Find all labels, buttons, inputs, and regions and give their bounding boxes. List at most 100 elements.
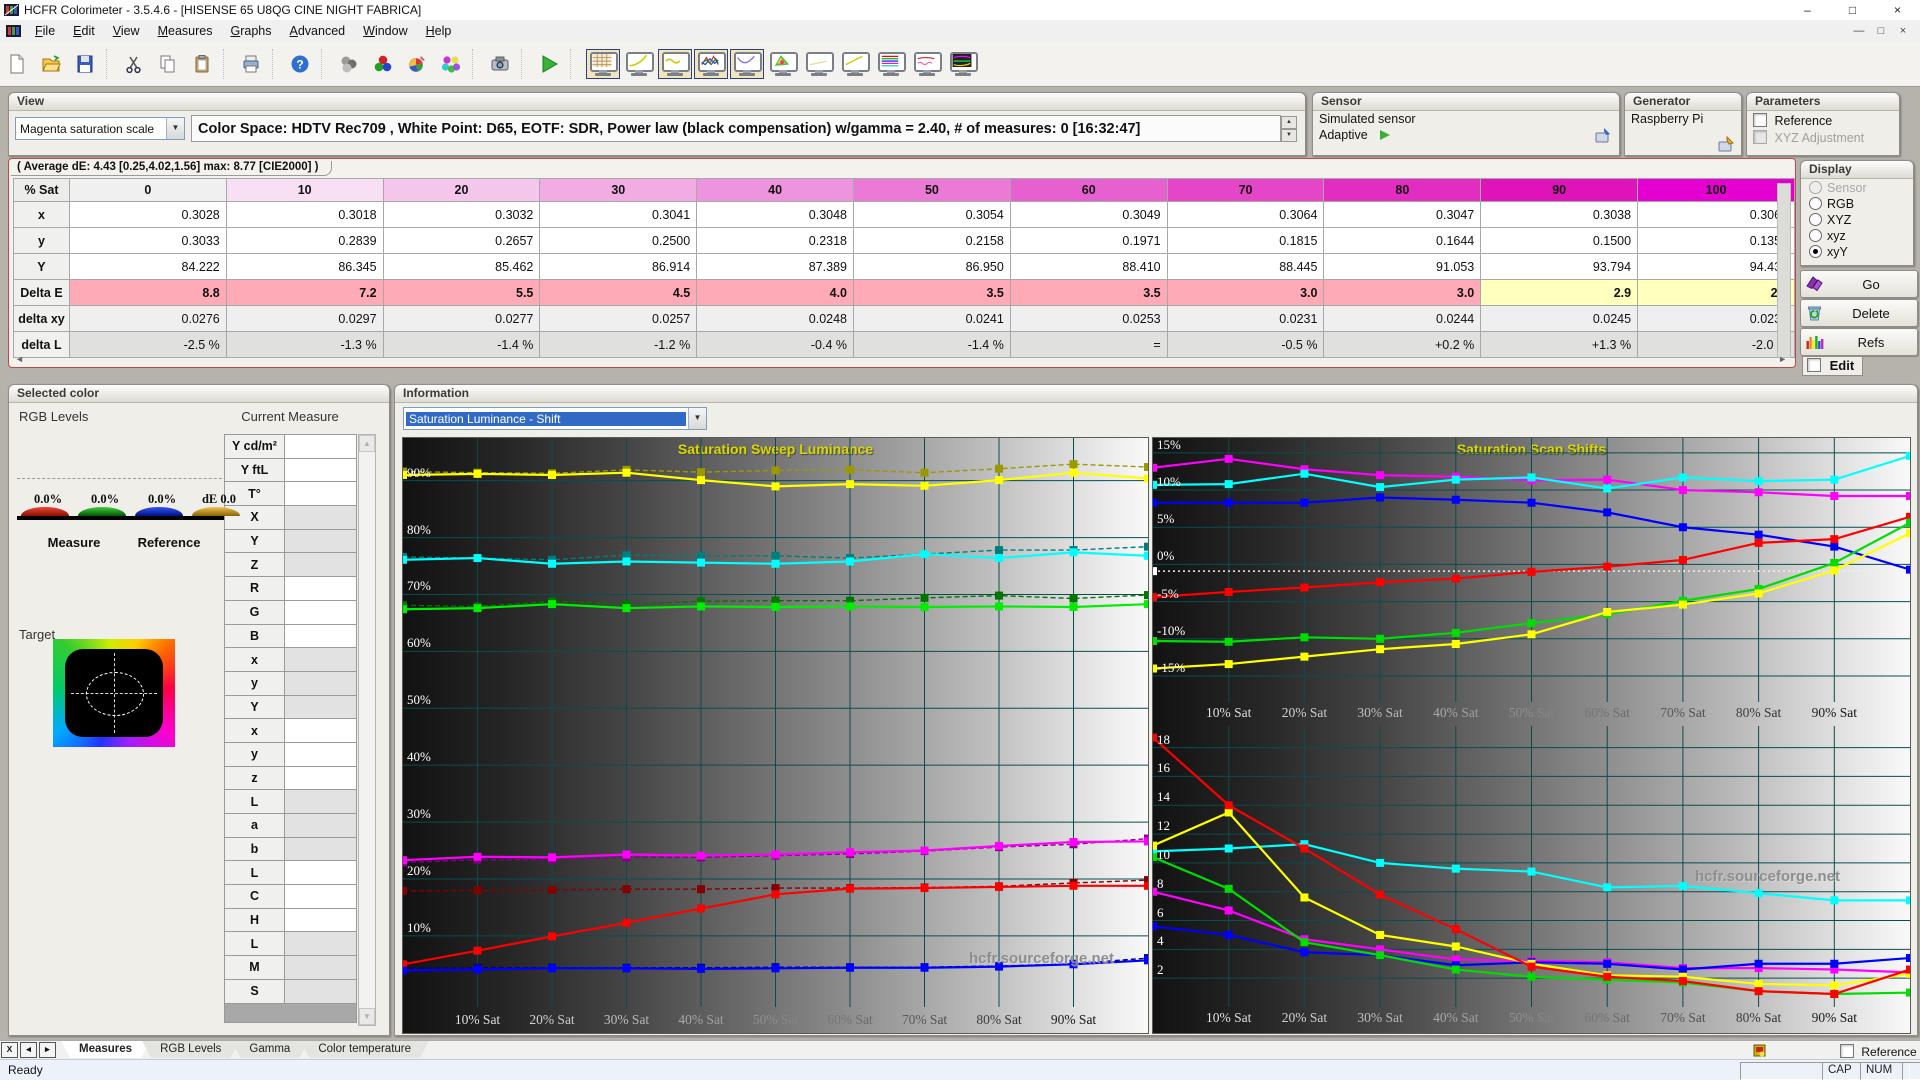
information-view-select[interactable]: Saturation Luminance - Shift ▼ (403, 407, 707, 430)
measures-cell[interactable]: 0.2839 (225, 227, 384, 254)
run-measures-icon[interactable] (534, 49, 564, 79)
spectrum-view-icon[interactable] (946, 49, 980, 79)
measures-cell[interactable]: = (1009, 331, 1168, 358)
measures-cell[interactable]: 0.3041 (539, 201, 698, 228)
measures-cell[interactable]: 91.053 (1323, 253, 1482, 280)
menu-item-advanced[interactable]: Advanced (281, 21, 355, 41)
measures-cell[interactable]: 0.3047 (1323, 201, 1482, 228)
radio-icon[interactable] (1809, 213, 1822, 226)
tab-prev-button[interactable]: ◄ (20, 1042, 37, 1058)
measures-cell[interactable]: -2.0 % (1637, 331, 1795, 358)
go-button[interactable]: Go (1800, 270, 1918, 298)
close-button[interactable]: × (1875, 1, 1920, 20)
radio-icon[interactable] (1809, 229, 1822, 242)
measures-cell[interactable]: 8.8 (68, 279, 227, 306)
measures-cell[interactable]: -1.3 % (225, 331, 384, 358)
measures-cell[interactable]: 0.3064 (1166, 201, 1325, 228)
measures-cell[interactable]: 0.3018 (225, 201, 384, 228)
current-measure-value[interactable] (284, 978, 357, 1004)
measures-cell[interactable]: 3.0 (1323, 279, 1482, 306)
current-measure-value[interactable] (284, 907, 357, 933)
current-measure-value[interactable] (284, 599, 357, 625)
measures-col-header[interactable]: 70 (1166, 178, 1325, 202)
measures-cell[interactable]: 0.1815 (1166, 227, 1325, 254)
measures-cell[interactable]: 0.0257 (539, 305, 698, 332)
chevron-down-icon[interactable]: ▼ (688, 408, 706, 429)
current-measure-value[interactable] (284, 813, 357, 838)
current-measure-value[interactable] (284, 955, 357, 980)
measures-col-header[interactable]: 20 (382, 178, 541, 202)
tab-rgb-levels[interactable]: RGB Levels (142, 1041, 239, 1058)
cie-diagram-view-icon[interactable] (766, 49, 800, 79)
reference-checkbox[interactable] (1753, 113, 1767, 127)
current-measure-value[interactable] (284, 836, 357, 862)
help-icon[interactable]: ? (285, 49, 315, 79)
rgb-levels-view-icon[interactable] (874, 49, 908, 79)
measures-cell[interactable]: 0.0244 (1323, 305, 1482, 332)
scroll-left-icon[interactable]: ◄ (15, 354, 24, 364)
measures-cell[interactable]: 0.0253 (1009, 305, 1168, 332)
measures-cell[interactable]: 0.1359 (1637, 227, 1795, 254)
current-measure-value[interactable] (284, 528, 357, 554)
measures-cell[interactable]: 0.0231 (1166, 305, 1325, 332)
delete-button[interactable]: Delete (1800, 299, 1918, 327)
current-measure-value[interactable] (284, 481, 357, 507)
color-temperature-view-icon[interactable] (910, 49, 944, 79)
menu-item-file[interactable]: File (26, 21, 64, 41)
measures-col-header[interactable]: 0 (68, 178, 227, 202)
measures-cell[interactable]: 0.3032 (382, 201, 541, 228)
curve-view-b-icon[interactable] (838, 49, 872, 79)
measures-col-header[interactable]: 100 (1637, 178, 1795, 202)
measures-cell[interactable]: 0.3033 (68, 227, 227, 254)
refs-button[interactable]: Refs (1800, 328, 1918, 356)
menu-item-help[interactable]: Help (417, 21, 461, 41)
scroll-up-icon[interactable]: ▲ (359, 435, 375, 452)
edit-checkbox[interactable] (1807, 358, 1821, 372)
current-measure-value[interactable] (284, 457, 357, 483)
measures-cell[interactable]: 0.1500 (1480, 227, 1639, 254)
measures-cell[interactable]: 0.1644 (1323, 227, 1482, 254)
saturation-scale-measure-icon[interactable] (436, 49, 466, 79)
measures-cell[interactable]: 87.389 (696, 253, 855, 280)
measures-cell[interactable]: 3.0 (1166, 279, 1325, 306)
measures-cell[interactable]: 0.3038 (1480, 201, 1639, 228)
tab-gamma[interactable]: Gamma (231, 1041, 308, 1058)
measures-cell[interactable]: 86.914 (539, 253, 698, 280)
current-measure-value[interactable] (284, 741, 357, 767)
sensor-run-icon[interactable] (1378, 129, 1392, 141)
measures-col-header[interactable]: 10 (225, 178, 384, 202)
mdi-close-icon[interactable]: × (1892, 25, 1914, 37)
measures-cell[interactable]: +1.3 % (1480, 331, 1639, 358)
measures-cell[interactable]: 0.0276 (68, 305, 227, 332)
measures-cell[interactable]: 4.5 (539, 279, 698, 306)
info-spinner[interactable]: ▲ ▼ (1281, 116, 1297, 142)
current-measure-value[interactable] (284, 694, 357, 720)
menu-item-graphs[interactable]: Graphs (222, 21, 281, 41)
measures-cell[interactable]: 0.2318 (696, 227, 855, 254)
luminance-view-icon[interactable] (658, 49, 692, 79)
tab-close-button[interactable]: X (1, 1042, 18, 1058)
measures-cell[interactable]: 3.5 (853, 279, 1011, 306)
measures-cell[interactable]: -0.5 % (1166, 331, 1325, 358)
tab-next-button[interactable]: ► (39, 1042, 56, 1058)
measures-cell[interactable]: 84.222 (68, 253, 227, 280)
measures-cell[interactable]: 3.5 (1009, 279, 1168, 306)
radio-icon[interactable] (1809, 245, 1822, 258)
display-option-xyz[interactable]: xyz (1809, 228, 1905, 244)
measures-cell[interactable]: 86.950 (853, 253, 1011, 280)
measures-cell[interactable]: 0.3061 (1637, 201, 1795, 228)
grid-view-icon[interactable] (586, 49, 620, 79)
measures-cell[interactable]: -1.4 % (853, 331, 1011, 358)
copy-icon[interactable] (153, 49, 183, 79)
measures-cell[interactable]: 5.5 (382, 279, 541, 306)
measures-cell[interactable]: 0.3049 (1009, 201, 1168, 228)
measures-cell[interactable]: 0.0241 (853, 305, 1011, 332)
measures-cell[interactable]: 0.3054 (853, 201, 1011, 228)
current-measure-value[interactable] (284, 576, 357, 601)
measures-cell[interactable]: 2.9 (1480, 279, 1639, 306)
measures-cell[interactable]: 0.0235 (1637, 305, 1795, 332)
menu-item-window[interactable]: Window (354, 21, 416, 41)
measures-col-header[interactable]: 60 (1009, 178, 1168, 202)
measures-col-header[interactable]: 30 (539, 178, 698, 202)
menu-item-measures[interactable]: Measures (149, 21, 222, 41)
